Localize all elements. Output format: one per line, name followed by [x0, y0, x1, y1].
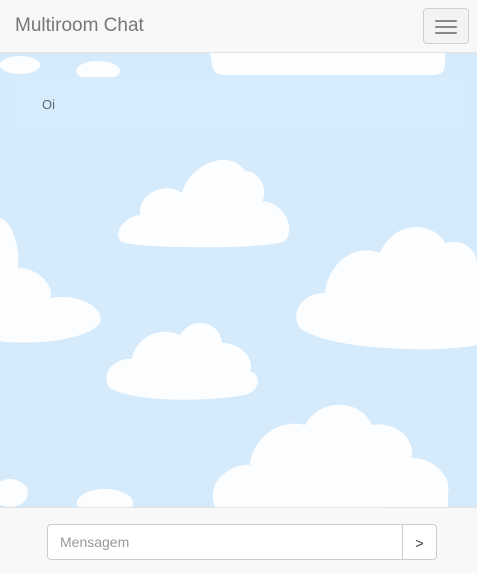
chat-area: Oi: [0, 53, 477, 507]
chat-message: Oi: [16, 77, 467, 135]
hamburger-menu-icon-bar: [435, 32, 457, 34]
chat-message-text: Oi: [42, 97, 55, 112]
navbar: Multiroom Chat: [0, 0, 477, 53]
send-button[interactable]: >: [402, 524, 437, 560]
composer-bar: >: [0, 507, 477, 573]
hamburger-menu-icon-bar: [435, 26, 457, 28]
message-input[interactable]: [47, 524, 402, 560]
navbar-brand[interactable]: Multiroom Chat: [15, 15, 144, 37]
composer-input-group: >: [47, 524, 437, 560]
menu-toggle-button[interactable]: [423, 8, 469, 44]
hamburger-menu-icon: [435, 20, 457, 22]
